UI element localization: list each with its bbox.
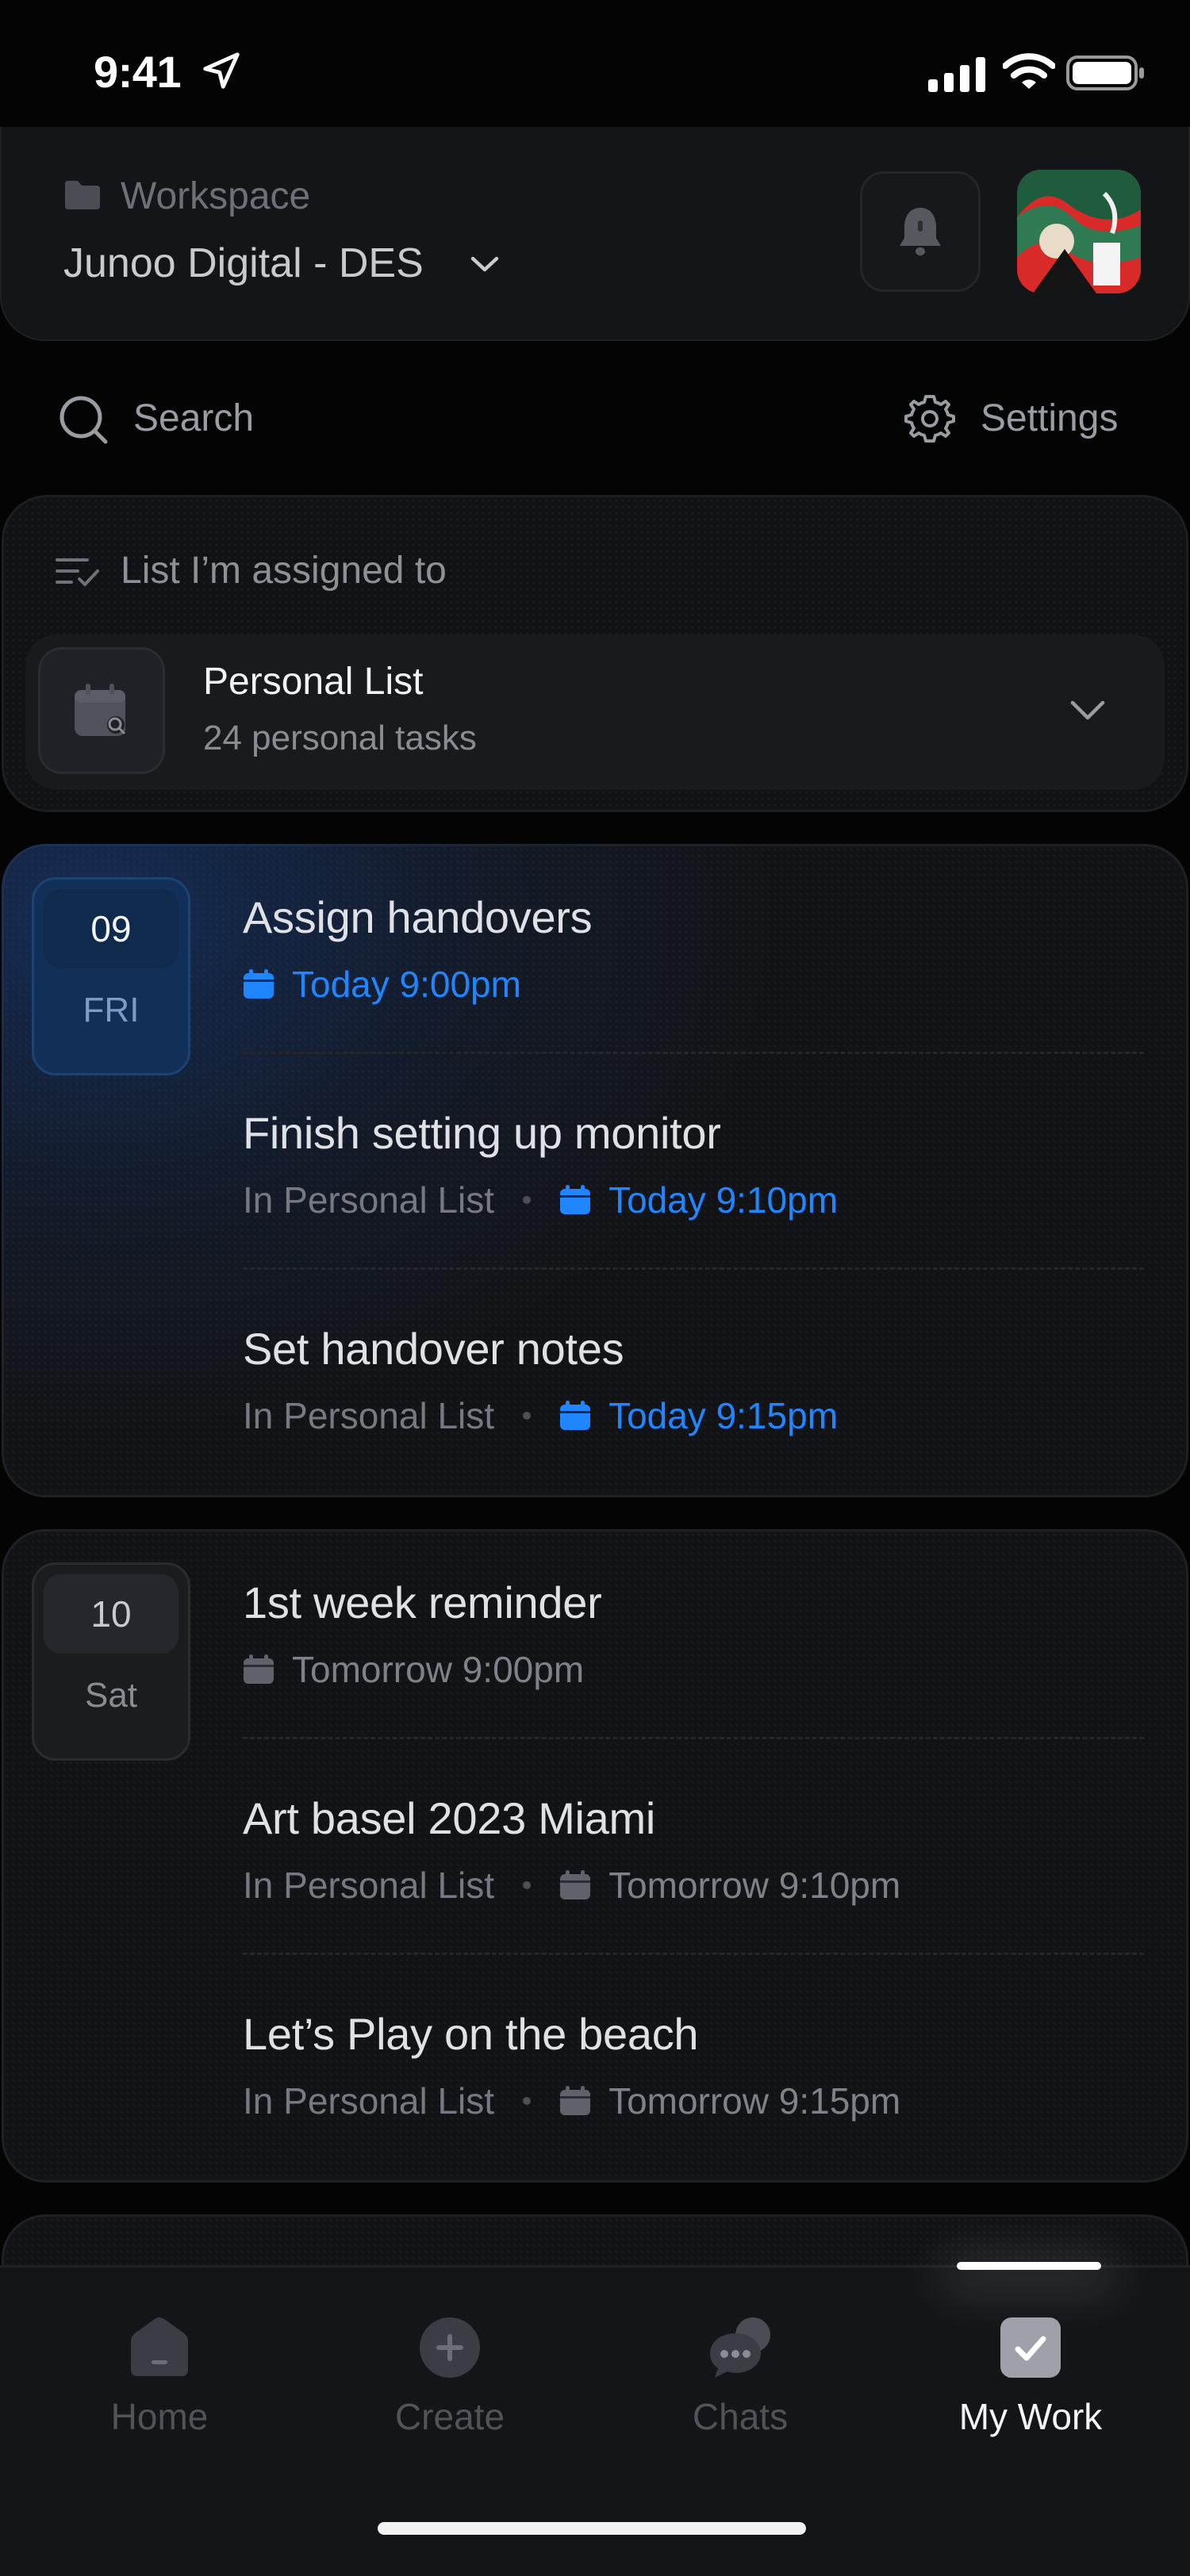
date-badge: 10 Sat [32,1562,190,1761]
task-title[interactable]: Let’s Play on the beach [243,2008,699,2060]
date-badge: 09 FRI [32,877,190,1075]
home-icon [131,2317,188,2376]
nav-my-work-label: My Work [958,2396,1103,2437]
task-meta: In Personal List Today 9:10pm [243,1179,838,1221]
chevron-down-icon[interactable] [1068,698,1107,723]
task-list-name: In Personal List [243,2080,495,2122]
nav-home[interactable]: Home [29,2314,290,2438]
task-meta: Today 9:00pm [243,963,521,1006]
search-icon[interactable] [57,393,109,446]
nav-chats[interactable]: Chats [609,2314,871,2438]
task-due: Tomorrow 9:15pm [608,2080,901,2122]
profile-avatar[interactable] [1017,170,1141,293]
cellular-signal-icon [928,57,985,92]
date-day-number: 09 [44,889,178,968]
task-due: Tomorrow 9:10pm [608,1865,901,1906]
checkbox-icon [1000,2317,1061,2378]
task-due: Today 9:15pm [608,1395,839,1436]
task-title[interactable]: Set handover notes [243,1323,624,1374]
calendar-icon [244,1654,274,1684]
task-list-name: In Personal List [243,1179,495,1221]
divider [243,1052,1144,1054]
avatar-artwork-icon [1017,170,1141,293]
date-weekday: Sat [84,1676,138,1715]
calendar-icon [560,1185,591,1214]
workspace-header [0,127,1190,341]
task-due: Tomorrow 9:00pm [292,1649,585,1690]
nav-create-label: Create [394,2396,505,2437]
plus-circle-icon [420,2317,480,2378]
task-meta: In Personal List Today 9:15pm [243,1394,838,1437]
task-title[interactable]: Assign handovers [243,891,593,943]
active-tab-indicator [957,2262,1101,2270]
date-day-number: 10 [44,1574,178,1654]
chat-bubbles-icon [710,2317,770,2378]
status-time: 9:41 [94,47,182,97]
nav-my-work[interactable]: My Work [900,2314,1161,2438]
personal-list-count: 24 personal tasks [203,719,477,757]
task-title[interactable]: Art basel 2023 Miami [243,1792,655,1844]
task-list-name: In Personal List [243,1865,495,1906]
calendar-icon [560,1870,591,1899]
gear-icon[interactable] [904,393,955,444]
separator-dot [523,1196,532,1204]
battery-icon [1066,56,1144,90]
assigned-list-heading: List I’m assigned to [121,550,447,592]
search-button[interactable]: Search [133,397,254,440]
divider [243,1267,1144,1270]
separator-dot [523,1412,532,1420]
calendar-icon [560,1401,591,1430]
checklist-icon [56,558,99,586]
list-icon-box [38,647,165,774]
calendar-icon [560,2086,591,2115]
task-meta: In Personal List Tomorrow 9:10pm [243,1864,900,1907]
task-title[interactable]: Finish setting up monitor [243,1107,721,1159]
notifications-button[interactable] [860,171,981,292]
divider [243,1953,1144,1955]
task-due: Today 9:00pm [292,964,521,1005]
divider [243,1737,1144,1739]
bell-icon [900,208,941,255]
task-title[interactable]: 1st week reminder [243,1577,602,1628]
nav-create[interactable]: Create [319,2314,581,2438]
chevron-down-icon[interactable] [466,251,503,278]
calendar-icon [244,969,274,999]
separator-dot [523,1881,532,1889]
personal-list-selector[interactable] [25,634,1165,790]
settings-button[interactable]: Settings [981,397,1118,440]
workspace-selector[interactable]: Junoo Digital - DES [63,240,424,287]
separator-dot [523,2097,532,2105]
task-meta: In Personal List Tomorrow 9:15pm [243,2080,900,2122]
personal-list-title: Personal List [203,661,424,703]
nav-chats-label: Chats [692,2396,789,2437]
task-meta: Tomorrow 9:00pm [243,1648,584,1691]
date-weekday: FRI [83,991,140,1029]
calendar-search-icon [75,684,125,736]
folder-icon [65,181,100,209]
wifi-icon [1003,53,1055,89]
home-indicator [378,2522,806,2535]
location-arrow-icon [203,52,240,89]
nav-home-label: Home [110,2396,209,2437]
workspace-label: Workspace [121,175,311,217]
task-due: Today 9:10pm [608,1179,839,1221]
task-list-name: In Personal List [243,1395,495,1436]
